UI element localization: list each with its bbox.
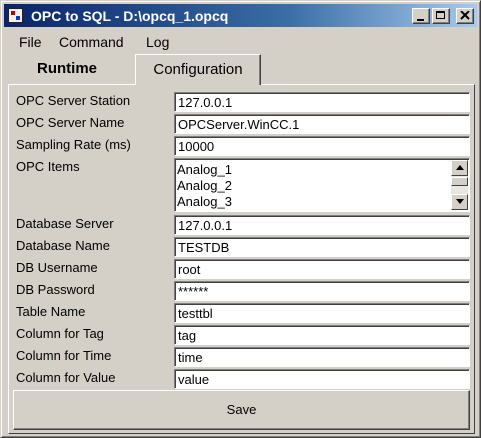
database-name-input[interactable]: TESTDB: [174, 237, 470, 257]
scroll-down-arrow-icon: [456, 199, 464, 204]
menu-file[interactable]: File: [19, 34, 42, 50]
label-column-time: Column for Time: [16, 348, 112, 363]
window-title: OPC to SQL - D:\opcq_1.opcq: [31, 8, 229, 24]
label-opc-server-name: OPC Server Name: [16, 115, 125, 130]
scroll-down-button[interactable]: [451, 194, 468, 210]
list-item[interactable]: Analog_1: [177, 162, 232, 178]
label-table-name: Table Name: [16, 304, 86, 319]
table-name-input[interactable]: testtbl: [174, 303, 470, 323]
list-item[interactable]: Analog_3: [177, 194, 232, 210]
label-sampling-rate: Sampling Rate (ms): [16, 137, 131, 152]
opc-items-listbox[interactable]: Analog_1 Analog_2 Analog_3: [174, 158, 470, 212]
close-button[interactable]: [456, 8, 474, 24]
column-tag-input[interactable]: tag: [174, 325, 470, 345]
database-server-input[interactable]: 127.0.0.1: [174, 215, 470, 235]
tab-configuration-label: Configuration: [153, 61, 243, 78]
tab-runtime[interactable]: Runtime: [21, 56, 113, 84]
maximize-button[interactable]: [432, 8, 450, 24]
minimize-icon: [417, 19, 424, 21]
scroll-up-arrow-icon: [456, 165, 464, 170]
column-value-input[interactable]: value: [174, 369, 470, 389]
db-password-input[interactable]: ******: [174, 281, 470, 301]
close-icon: [460, 11, 470, 20]
label-db-password: DB Password: [16, 282, 95, 297]
app-window: OPC to SQL - D:\opcq_1.opcq File Command…: [0, 0, 481, 438]
maximize-icon: [436, 11, 445, 19]
label-column-tag: Column for Tag: [16, 326, 104, 341]
save-button[interactable]: Save: [13, 390, 470, 430]
title-bar[interactable]: OPC to SQL - D:\opcq_1.opcq: [4, 4, 477, 27]
label-opc-items: OPC Items: [16, 159, 80, 174]
opc-items-scrollbar[interactable]: [451, 160, 468, 210]
opc-server-name-input[interactable]: OPCServer.WinCC.1: [174, 114, 470, 134]
opc-server-station-input[interactable]: 127.0.0.1: [174, 92, 470, 112]
app-icon[interactable]: [8, 8, 23, 23]
label-db-username: DB Username: [16, 260, 98, 275]
list-item[interactable]: Analog_2: [177, 178, 232, 194]
menu-command[interactable]: Command: [59, 34, 124, 50]
db-username-input[interactable]: root: [174, 259, 470, 279]
menu-log[interactable]: Log: [146, 34, 169, 50]
sampling-rate-input[interactable]: 10000: [174, 136, 470, 156]
label-database-server: Database Server: [16, 216, 114, 231]
tab-configuration[interactable]: Configuration: [135, 54, 261, 85]
menu-bar: File Command Log: [5, 32, 475, 52]
label-column-value: Column for Value: [16, 370, 116, 385]
scroll-thumb[interactable]: [451, 177, 468, 186]
label-opc-server-station: OPC Server Station: [16, 93, 131, 108]
column-time-input[interactable]: time: [174, 347, 470, 367]
scroll-up-button[interactable]: [451, 160, 468, 176]
minimize-button[interactable]: [412, 8, 430, 24]
label-database-name: Database Name: [16, 238, 110, 253]
